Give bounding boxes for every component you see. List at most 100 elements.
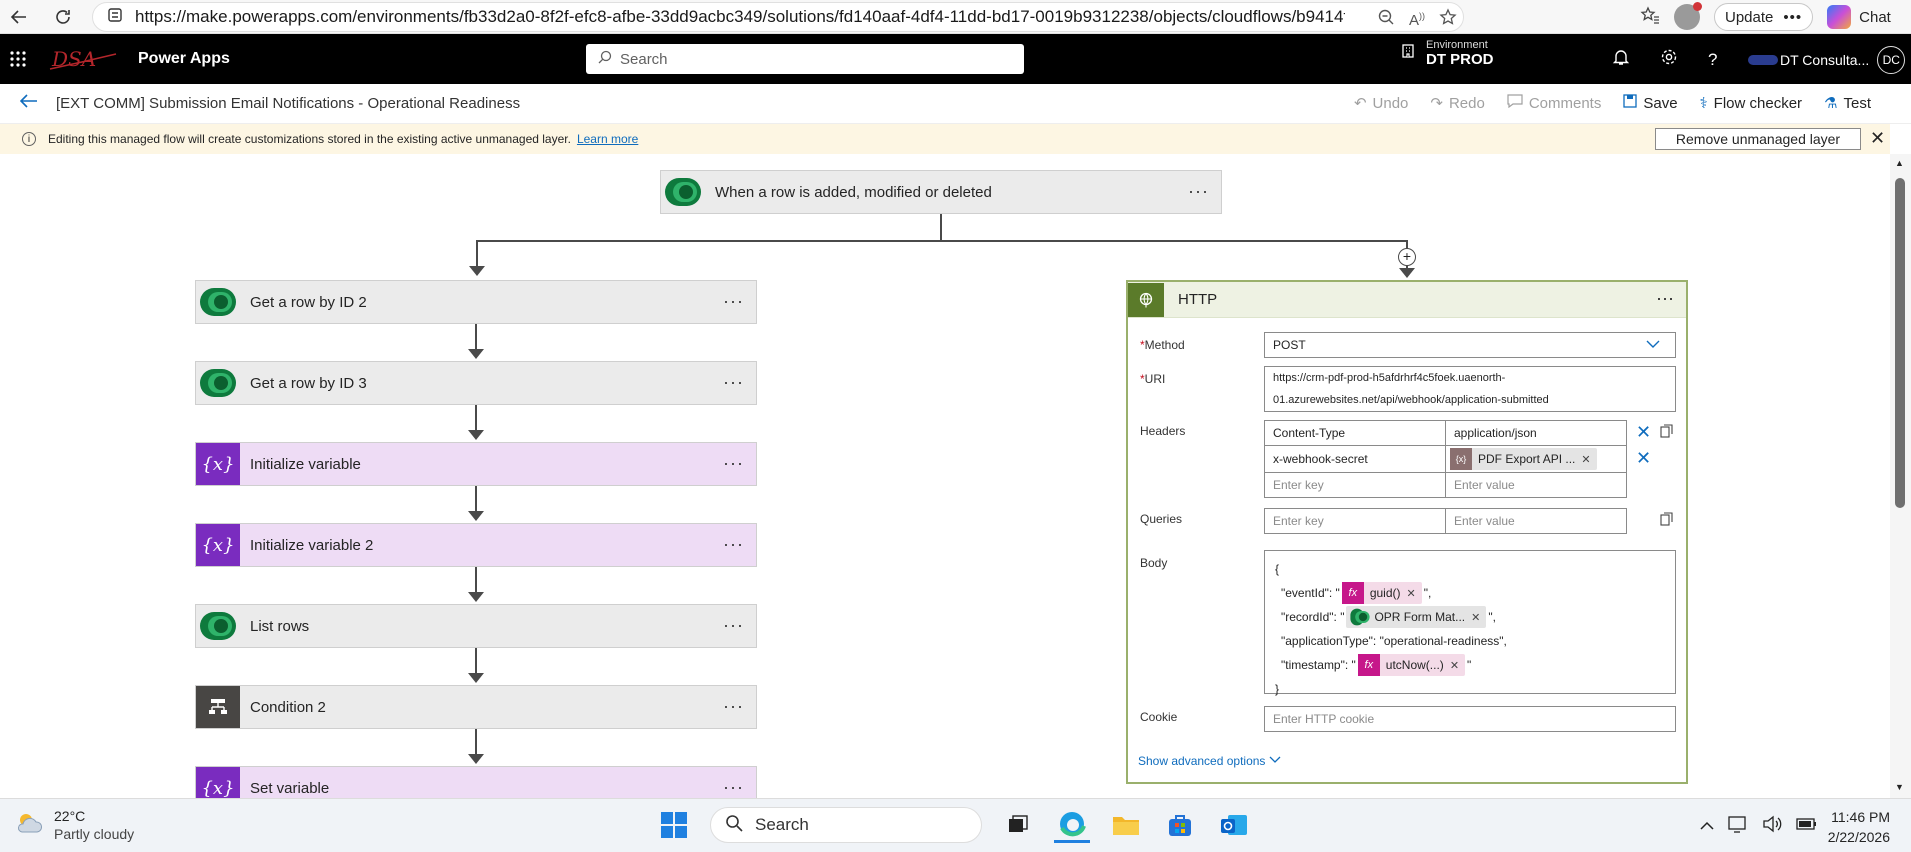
profile-avatar[interactable] <box>1674 2 1702 30</box>
scrollbar-thumb[interactable] <box>1895 178 1905 508</box>
address-bar[interactable]: https://make.powerapps.com/environments/… <box>92 2 1464 32</box>
undo-button[interactable]: ↶ Undo <box>1354 94 1408 113</box>
header-value-input[interactable]: Enter value <box>1445 472 1627 498</box>
cookie-input[interactable]: Enter HTTP cookie <box>1264 706 1676 732</box>
account-menu[interactable]: DT Consulta... DC <box>1748 46 1906 74</box>
app-launcher-icon[interactable] <box>0 34 36 84</box>
flow-step-card[interactable]: Get a row by ID 3 ··· <box>195 361 757 405</box>
search-label: Search <box>755 815 809 834</box>
switch-to-text-icon[interactable] <box>1660 424 1674 443</box>
more-icon[interactable]: ••• <box>1783 9 1802 26</box>
method-dropdown[interactable]: POST <box>1264 332 1676 358</box>
expression-token[interactable]: fx guid() ✕ <box>1341 582 1422 604</box>
uri-input[interactable]: https://crm-pdf-prod-h5afdrhrf4c5foek.ua… <box>1264 366 1676 412</box>
http-card-header[interactable]: HTTP ··· <box>1128 282 1686 318</box>
globe-icon <box>1128 282 1164 317</box>
url-text[interactable]: https://make.powerapps.com/environments/… <box>135 7 1345 27</box>
more-options-icon[interactable]: ··· <box>723 615 744 636</box>
remove-unmanaged-layer-button[interactable]: Remove unmanaged layer <box>1655 128 1861 150</box>
query-value-input[interactable]: Enter value <box>1445 508 1627 534</box>
learn-more-link[interactable]: Learn more <box>577 132 638 146</box>
flow-step-card[interactable]: {x} Initialize variable ··· <box>195 442 757 486</box>
account-avatar[interactable]: DC <box>1877 46 1906 74</box>
close-icon[interactable]: ✕ <box>1870 128 1885 149</box>
environment-picker[interactable]: Environment DT PROD <box>1400 39 1494 67</box>
flow-step-card[interactable]: {x} Set variable ··· <box>195 766 757 798</box>
weather-widget[interactable]: 22°C Partly cloudy <box>14 807 134 843</box>
taskbar-search[interactable]: Search <box>710 807 982 843</box>
refresh-icon[interactable] <box>48 2 78 32</box>
flow-step-card[interactable]: Condition 2 ··· <box>195 685 757 729</box>
outlook-icon[interactable] <box>1216 807 1252 843</box>
back-icon[interactable] <box>4 2 34 32</box>
more-options-icon[interactable]: ··· <box>723 777 744 798</box>
flow-canvas[interactable]: When a row is added, modified or deleted… <box>0 154 1890 798</box>
more-options-icon[interactable]: ··· <box>723 534 744 555</box>
site-info-icon[interactable] <box>107 7 123 28</box>
test-button[interactable]: ⚗ Test <box>1824 94 1871 113</box>
global-search-input[interactable]: Search <box>586 44 1024 74</box>
query-key-input[interactable]: Enter key <box>1264 508 1446 534</box>
settings-gear-icon[interactable] <box>1660 48 1678 71</box>
body-text: "applicationType": "operational-readines… <box>1281 634 1507 648</box>
test-flask-icon: ⚗ <box>1824 95 1838 112</box>
flow-step-card[interactable]: List rows ··· <box>195 604 757 648</box>
remove-token-icon[interactable]: ✕ <box>1407 587 1416 600</box>
delete-row-icon[interactable]: ✕ <box>1636 448 1651 469</box>
show-advanced-options-link[interactable]: Show advanced options <box>1138 754 1281 768</box>
header-key-input[interactable]: x-webhook-secret <box>1264 445 1446 473</box>
network-icon[interactable] <box>1728 815 1748 838</box>
body-editor[interactable]: { "eventId": " fx guid() ✕ ", "recordId": … <box>1264 550 1676 696</box>
dynamic-content-token[interactable]: {x} PDF Export API ... ✕ <box>1450 448 1597 470</box>
scroll-up-icon[interactable]: ▲ <box>1895 158 1904 168</box>
update-button[interactable]: Update ••• <box>1714 3 1814 31</box>
header-value-input[interactable]: {x} PDF Export API ... ✕ <box>1445 445 1627 473</box>
more-options-icon[interactable]: ··· <box>1188 181 1209 202</box>
header-key: Content-Type <box>1273 426 1346 440</box>
favorites-icon[interactable] <box>1640 5 1660 30</box>
comments-button[interactable]: Comments <box>1507 94 1601 112</box>
chevron-up-icon[interactable] <box>1700 818 1714 836</box>
scroll-down-icon[interactable]: ▼ <box>1895 782 1904 792</box>
save-button[interactable]: Save <box>1623 94 1678 112</box>
notifications-bell-icon[interactable] <box>1612 48 1630 71</box>
http-action-card[interactable]: HTTP ··· *Method POST *URI https://crm-p… <box>1126 280 1688 784</box>
file-explorer-icon[interactable] <box>1108 807 1144 843</box>
volume-icon[interactable] <box>1762 815 1782 838</box>
flow-step-card[interactable]: {x} Initialize variable 2 ··· <box>195 523 757 567</box>
windows-start-icon[interactable] <box>656 807 692 843</box>
header-key-input[interactable]: Content-Type <box>1264 420 1446 446</box>
delete-row-icon[interactable]: ✕ <box>1636 422 1651 443</box>
remove-token-icon[interactable]: ✕ <box>1450 659 1459 672</box>
microsoft-store-icon[interactable] <box>1162 807 1198 843</box>
copilot-chat-button[interactable]: Chat <box>1827 5 1891 29</box>
header-value-input[interactable]: application/json <box>1445 420 1627 446</box>
task-view-icon[interactable] <box>1000 807 1036 843</box>
favorite-star-icon[interactable] <box>1439 8 1457 31</box>
header-key-input[interactable]: Enter key <box>1264 472 1446 498</box>
app-name[interactable]: Power Apps <box>138 50 230 68</box>
more-options-icon[interactable]: ··· <box>723 291 744 312</box>
more-options-icon[interactable]: ··· <box>723 453 744 474</box>
add-step-icon[interactable]: + <box>1398 248 1416 266</box>
more-options-icon[interactable]: ··· <box>1656 288 1674 309</box>
vertical-scrollbar[interactable]: ▲ ▼ <box>1890 154 1911 798</box>
back-arrow-icon[interactable] <box>19 94 50 113</box>
flow-step-card[interactable]: Get a row by ID 2 ··· <box>195 280 757 324</box>
system-clock[interactable]: 11:46 PM 2/22/2026 <box>1800 807 1890 848</box>
redo-button[interactable]: ↷ Redo <box>1430 94 1484 113</box>
remove-token-icon[interactable]: ✕ <box>1471 611 1480 624</box>
dynamic-content-token[interactable]: OPR Form Mat... ✕ <box>1346 606 1487 628</box>
edge-browser-icon[interactable] <box>1054 807 1090 843</box>
help-icon[interactable]: ? <box>1708 50 1717 70</box>
expression-token[interactable]: fx utcNow(...) ✕ <box>1357 654 1466 676</box>
switch-to-text-icon[interactable] <box>1660 512 1674 531</box>
remove-token-icon[interactable]: ✕ <box>1581 453 1590 466</box>
more-options-icon[interactable]: ··· <box>723 696 744 717</box>
zoom-out-icon[interactable] <box>1377 8 1395 31</box>
clock-date: 2/22/2026 <box>1827 829 1890 846</box>
flow-checker-button[interactable]: ⚕ Flow checker <box>1700 94 1802 113</box>
more-options-icon[interactable]: ··· <box>723 372 744 393</box>
read-aloud-icon[interactable]: A)) <box>1409 11 1425 29</box>
trigger-card[interactable]: When a row is added, modified or deleted… <box>660 170 1222 214</box>
